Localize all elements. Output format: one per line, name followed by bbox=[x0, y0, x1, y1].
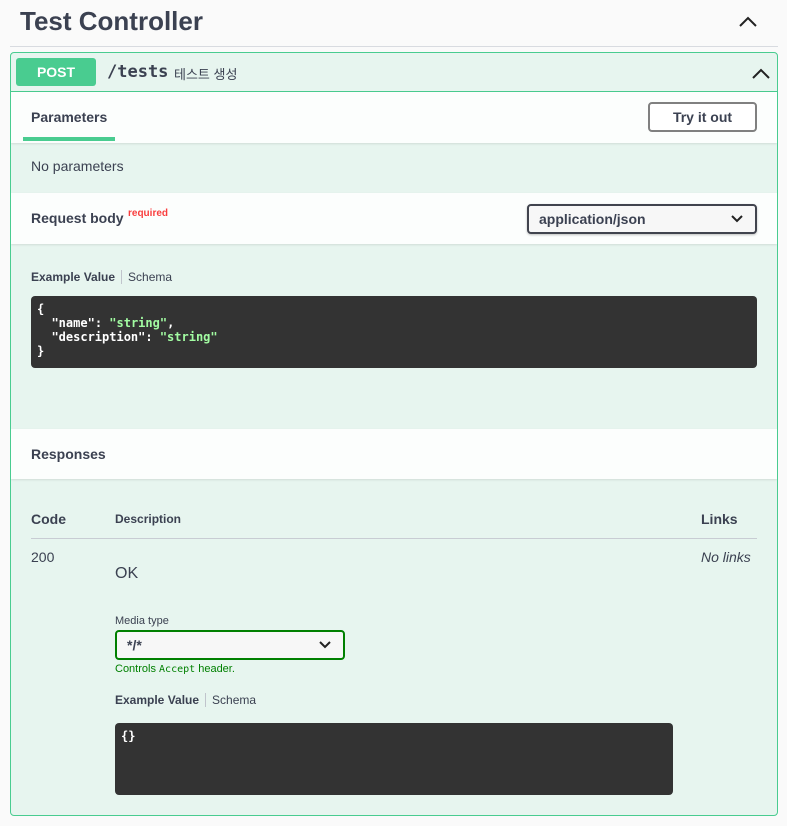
tab-example-value[interactable]: Example Value bbox=[115, 693, 207, 707]
controls-accept-note: Controls Accept header. bbox=[115, 663, 235, 675]
tab-active-indicator bbox=[23, 137, 115, 141]
media-type-select[interactable]: */* bbox=[115, 630, 345, 660]
chevron-down-icon bbox=[319, 641, 331, 649]
controls-prefix: Controls bbox=[115, 663, 160, 675]
response-code: 200 bbox=[31, 549, 55, 565]
request-example-tabs: Example Value Schema bbox=[31, 270, 172, 284]
controls-accept-code: Accept bbox=[159, 664, 196, 675]
tab-parameters[interactable]: Parameters bbox=[31, 109, 107, 125]
code-key-name: "name" bbox=[51, 316, 95, 330]
responses-title: Responses bbox=[31, 446, 106, 462]
response-example-tabs: Example Value Schema bbox=[115, 693, 256, 707]
response-links: No links bbox=[701, 549, 751, 565]
request-body-header: Request body required application/json bbox=[11, 193, 777, 244]
request-body-title: Request body bbox=[31, 210, 124, 226]
code-separator: : bbox=[145, 330, 160, 344]
method-badge: POST bbox=[16, 58, 96, 86]
request-example-code: { "name": "string", "description": "stri… bbox=[31, 296, 757, 368]
column-code: Code bbox=[31, 511, 66, 527]
media-type-label: Media type bbox=[115, 615, 169, 627]
tab-schema[interactable]: Schema bbox=[122, 270, 172, 284]
code-close-brace: } bbox=[37, 344, 45, 358]
code-open-brace: { bbox=[37, 302, 45, 316]
tab-example-value[interactable]: Example Value bbox=[31, 270, 123, 284]
code-comma: , bbox=[167, 316, 175, 330]
section-header[interactable]: Test Controller bbox=[10, 0, 778, 47]
no-parameters-text: No parameters bbox=[31, 158, 124, 174]
controls-suffix: header. bbox=[195, 663, 235, 675]
responses-table-header: Code Description Links bbox=[31, 499, 757, 539]
operation-description: 테스트 생성 bbox=[174, 67, 238, 82]
code-separator: : bbox=[94, 316, 110, 330]
operation-path: /tests bbox=[107, 62, 169, 82]
code-key-description: "description" bbox=[51, 330, 146, 344]
tab-schema[interactable]: Schema bbox=[206, 693, 256, 707]
code-value-description: "string" bbox=[159, 330, 218, 344]
chevron-up-icon[interactable] bbox=[734, 10, 762, 32]
content-type-select[interactable]: application/json bbox=[527, 204, 757, 234]
responses-header: Responses bbox=[11, 429, 777, 479]
content-type-value: application/json bbox=[539, 211, 646, 227]
operation-summary[interactable]: POST /tests 테스트 생성 bbox=[11, 53, 777, 92]
section-title: Test Controller bbox=[20, 6, 203, 36]
try-it-out-button[interactable]: Try it out bbox=[648, 102, 757, 132]
response-example-code: {} bbox=[115, 723, 673, 795]
parameters-header: Parameters Try it out bbox=[11, 92, 777, 143]
required-marker: required bbox=[128, 208, 169, 219]
column-description: Description bbox=[115, 512, 182, 526]
chevron-down-icon bbox=[731, 215, 743, 223]
media-type-value: */* bbox=[127, 637, 142, 653]
chevron-up-icon[interactable] bbox=[749, 61, 773, 85]
operation-block: POST /tests 테스트 생성 Parameters Try it out… bbox=[10, 52, 778, 816]
column-links: Links bbox=[701, 511, 738, 527]
code-value-name: "string" bbox=[109, 316, 168, 330]
response-description: OK bbox=[115, 565, 139, 582]
